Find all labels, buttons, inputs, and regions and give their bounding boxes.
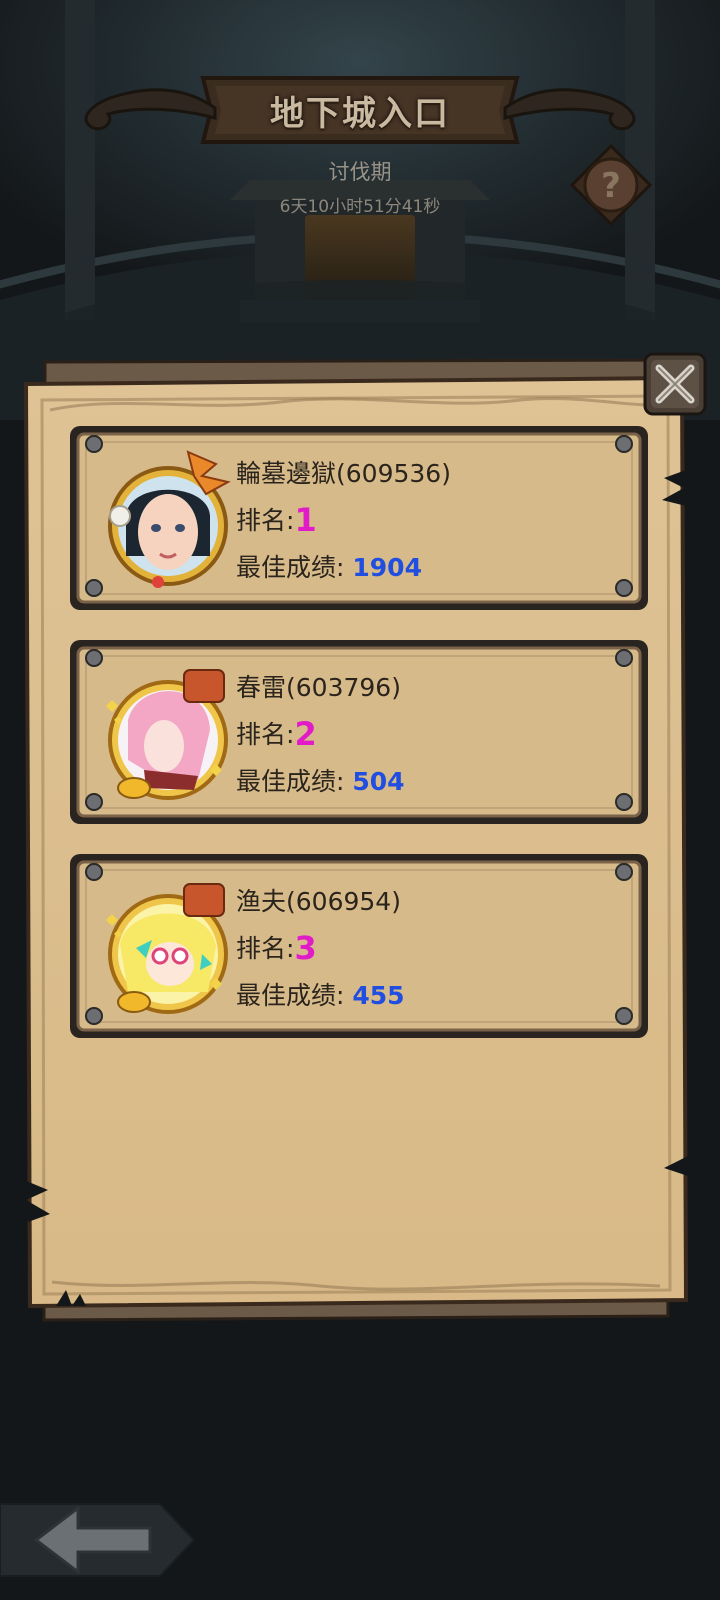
rank-row: 排名:1 <box>236 498 451 542</box>
rank-value: 2 <box>294 715 317 753</box>
close-button[interactable] <box>643 352 707 416</box>
leaderboard-card[interactable]: 輪墓邊獄(609536) 排名:1 最佳成绩: 1904 <box>68 424 650 612</box>
score-label: 最佳成绩: <box>236 767 345 796</box>
score-label: 最佳成绩: <box>236 553 345 582</box>
player-info: 輪墓邊獄(609536) 排名:1 最佳成绩: 1904 <box>236 454 451 590</box>
crossed-swords-close-icon <box>643 352 707 416</box>
player-info: 渔夫(606954) 排名:3 最佳成绩: 455 <box>236 882 405 1018</box>
rank-label: 排名: <box>236 934 295 963</box>
score-label: 最佳成绩: <box>236 981 345 1010</box>
score-value: 455 <box>352 981 405 1010</box>
score-value: 504 <box>352 767 405 796</box>
leaderboard-card[interactable]: 春雷(603796) 排名:2 最佳成绩: 504 <box>68 638 650 826</box>
avatar <box>108 450 231 588</box>
left-arrow-icon <box>0 1503 196 1577</box>
rank-value: 3 <box>294 929 317 967</box>
player-name: 輪墓邊獄(609536) <box>236 459 451 488</box>
page-title: 地下城入口 <box>270 93 450 134</box>
rank-value: 1 <box>294 501 317 539</box>
score-row: 最佳成绩: 455 <box>236 974 405 1018</box>
score-row: 最佳成绩: 1904 <box>236 546 451 590</box>
back-button[interactable] <box>0 1498 196 1582</box>
rank-label: 排名: <box>236 506 295 535</box>
rank-label: 排名: <box>236 720 295 749</box>
rank-row: 排名:3 <box>236 926 405 970</box>
leaderboard-card[interactable]: 渔夫(606954) 排名:3 最佳成绩: 455 <box>68 852 650 1040</box>
score-value: 1904 <box>352 553 422 582</box>
avatar <box>106 669 228 800</box>
game-screen: 地下城入口 讨伐期 6天10小时51分41秒 ? 輪墓邊獄(609536) 排名… <box>0 0 720 1600</box>
rank-row: 排名:2 <box>236 712 405 756</box>
player-name: 渔夫(606954) <box>236 887 401 916</box>
avatar <box>106 883 228 1014</box>
score-row: 最佳成绩: 504 <box>236 760 405 804</box>
player-name: 春雷(603796) <box>236 673 401 702</box>
player-info: 春雷(603796) 排名:2 最佳成绩: 504 <box>236 668 405 804</box>
